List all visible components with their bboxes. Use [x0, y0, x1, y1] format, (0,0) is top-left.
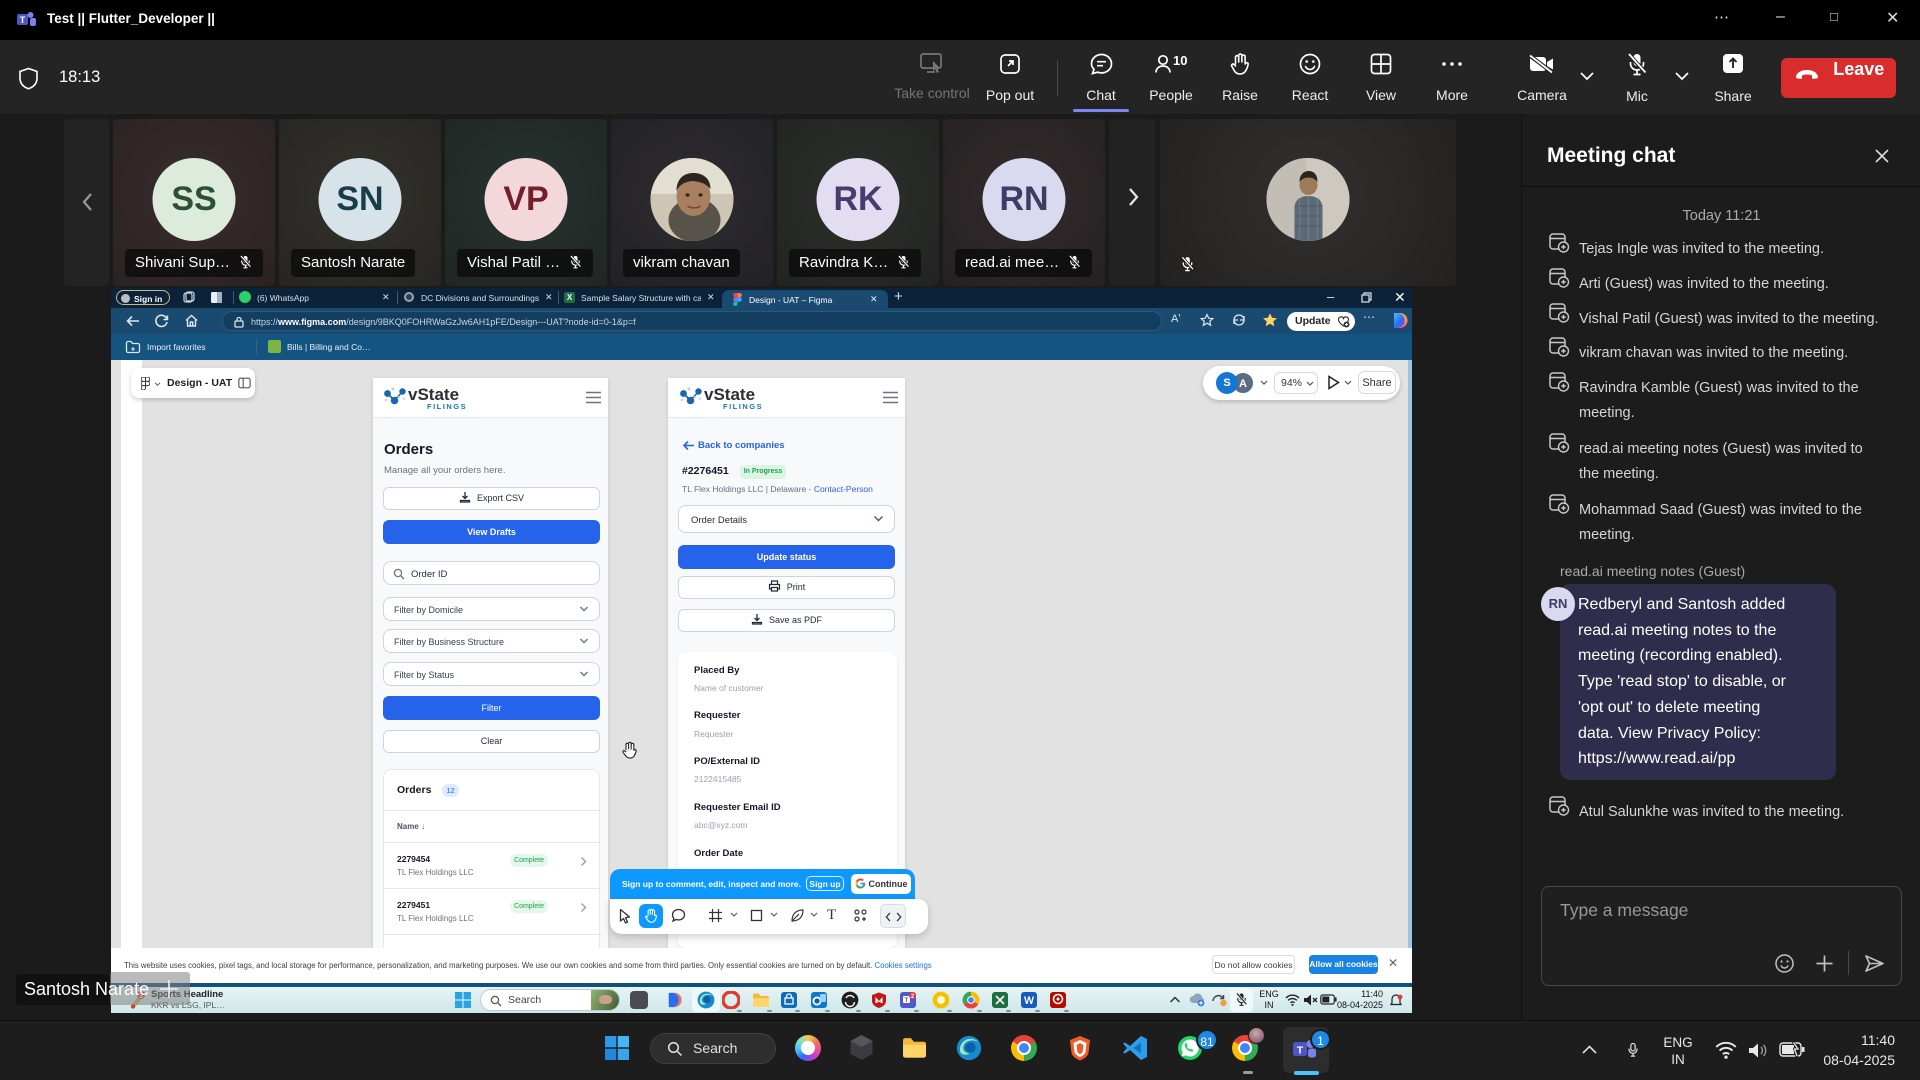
svg-text:FILINGS: FILINGS	[427, 402, 467, 411]
svg-text:T: T	[1297, 1045, 1304, 1057]
svg-text:10: 10	[1173, 53, 1187, 68]
svg-text:T: T	[905, 998, 909, 1004]
svg-text:FILINGS: FILINGS	[723, 402, 763, 411]
svg-text:T: T	[20, 15, 26, 25]
